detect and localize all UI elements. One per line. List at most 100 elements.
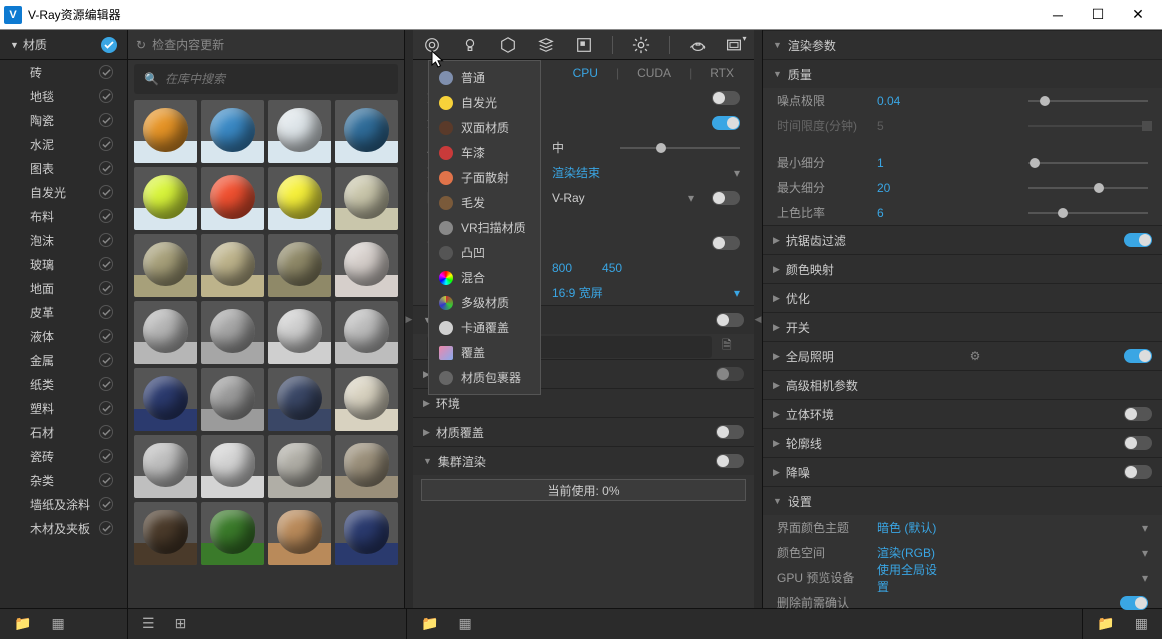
category-item[interactable]: 瓷砖 [0, 444, 127, 468]
noise-value[interactable]: 0.04 [877, 94, 937, 108]
material-menu-item[interactable]: 卡通覆盖 [429, 315, 540, 340]
material-thumb[interactable] [335, 301, 398, 364]
section-stereo[interactable]: ▶立体环境 [763, 400, 1162, 428]
material-thumb[interactable] [268, 502, 331, 565]
category-item[interactable]: 地毯 [0, 84, 127, 108]
category-item[interactable]: 图表 [0, 156, 127, 180]
category-item[interactable]: 石材 [0, 420, 127, 444]
search-box[interactable]: 🔍 [134, 64, 398, 94]
section-denoise[interactable]: ▶降噪 [763, 458, 1162, 486]
material-thumb[interactable] [134, 368, 197, 431]
category-item[interactable]: 泡沫 [0, 228, 127, 252]
safe-frame-toggle[interactable] [712, 236, 740, 250]
geometry-button[interactable] [498, 35, 518, 55]
close-button[interactable]: ✕ [1118, 1, 1158, 29]
material-thumb[interactable] [335, 100, 398, 163]
list-view-icon[interactable]: ☰ [142, 615, 155, 632]
material-thumb[interactable] [201, 100, 264, 163]
material-menu-item[interactable]: 材质包裹器 [429, 365, 540, 390]
material-thumb[interactable] [134, 234, 197, 297]
material-menu-item[interactable]: VR扫描材质 [429, 215, 540, 240]
material-thumb[interactable] [268, 301, 331, 364]
img-width[interactable]: 800 [552, 261, 572, 275]
category-item[interactable]: 水泥 [0, 132, 127, 156]
category-item[interactable]: 砖 [0, 60, 127, 84]
material-thumb[interactable] [201, 435, 264, 498]
gpu-value[interactable]: 使用全局设置 [877, 561, 937, 595]
section-quality[interactable]: ▼质量 [763, 60, 1162, 88]
material-thumb[interactable] [201, 167, 264, 230]
engine-cuda[interactable]: CUDA [631, 64, 677, 82]
category-item[interactable]: 木材及夹板 [0, 516, 127, 540]
material-thumb[interactable] [335, 368, 398, 431]
min-sub-value[interactable]: 1 [877, 156, 937, 170]
layers-button[interactable] [536, 35, 556, 55]
material-menu-item[interactable]: 子面散射 [429, 165, 540, 190]
category-item[interactable]: 墙纸及涂料 [0, 492, 127, 516]
material-thumb[interactable] [268, 435, 331, 498]
category-item[interactable]: 陶瓷 [0, 108, 127, 132]
collapse-handle-left[interactable]: ▶ [405, 30, 413, 608]
minimize-button[interactable]: ─ [1038, 1, 1078, 29]
img-height[interactable]: 450 [602, 261, 622, 275]
interactive-toggle[interactable] [712, 91, 740, 105]
section-gi[interactable]: ▶全局照明⚙ [763, 342, 1162, 370]
maximize-button[interactable]: ☐ [1078, 1, 1118, 29]
quality-slider[interactable] [620, 147, 740, 149]
settings-gear-button[interactable] [631, 35, 651, 55]
material-thumb[interactable] [201, 502, 264, 565]
colorspace-value[interactable]: 渲染(RGB) [877, 544, 937, 561]
collapse-handle-right[interactable]: ◀ [754, 30, 762, 608]
section-settings[interactable]: ▼设置 [763, 487, 1162, 515]
denoiser-value[interactable]: V-Ray [552, 191, 585, 205]
min-sub-slider[interactable] [1028, 162, 1148, 164]
theme-value[interactable]: 暗色 (默认) [877, 519, 937, 536]
material-thumb[interactable] [201, 234, 264, 297]
material-menu-item[interactable]: 普通 [429, 65, 540, 90]
denoise-toggle2[interactable] [1124, 465, 1152, 479]
aa-toggle[interactable] [1124, 233, 1152, 247]
contour-toggle[interactable] [1124, 436, 1152, 450]
material-thumb[interactable] [134, 167, 197, 230]
texture-button[interactable] [574, 35, 594, 55]
section-contour[interactable]: ▶轮廓线 [763, 429, 1162, 457]
aspect-value[interactable]: 16:9 宽屏 [552, 284, 603, 301]
material-menu-item[interactable]: 车漆 [429, 140, 540, 165]
category-item[interactable]: 玻璃 [0, 252, 127, 276]
gi-toggle[interactable] [1124, 349, 1152, 363]
material-thumb[interactable] [335, 435, 398, 498]
material-thumb[interactable] [268, 234, 331, 297]
material-thumb[interactable] [335, 167, 398, 230]
grid-icon-2[interactable]: ▦ [458, 615, 471, 632]
material-menu-item[interactable]: 毛发 [429, 190, 540, 215]
folder-icon-3[interactable]: 📁 [1097, 615, 1114, 632]
search-input[interactable] [165, 72, 388, 86]
grid-icon[interactable]: ▦ [51, 615, 64, 632]
noise-slider[interactable] [1028, 100, 1148, 102]
save-image-toggle[interactable] [716, 313, 744, 327]
material-thumb[interactable] [335, 502, 398, 565]
material-thumb[interactable] [134, 502, 197, 565]
file-browse-icon[interactable]: 🗎 [722, 336, 740, 357]
material-create-button[interactable] [422, 35, 442, 55]
swarm-toggle[interactable] [716, 454, 744, 468]
folder-icon-2[interactable]: 📁 [421, 615, 438, 632]
engine-cpu[interactable]: CPU [567, 64, 604, 82]
material-thumb[interactable] [268, 368, 331, 431]
section-optimize[interactable]: ▶优化 [763, 284, 1162, 312]
color-ratio-value[interactable]: 6 [877, 206, 937, 220]
material-thumb[interactable] [201, 368, 264, 431]
material-thumb[interactable] [335, 234, 398, 297]
category-item[interactable]: 自发光 [0, 180, 127, 204]
material-menu-item[interactable]: 覆盖 [429, 340, 540, 365]
material-menu-item[interactable]: 混合 [429, 265, 540, 290]
max-sub-value[interactable]: 20 [877, 181, 937, 195]
color-ratio-slider[interactable] [1028, 212, 1148, 214]
tree-view-icon[interactable]: ⊞ [175, 615, 187, 632]
folder-icon[interactable]: 📁 [14, 615, 31, 632]
material-thumb[interactable] [134, 301, 197, 364]
refresh-icon[interactable]: ↻ [136, 38, 146, 52]
material-thumb[interactable] [201, 301, 264, 364]
material-menu-item[interactable]: 双面材质 [429, 115, 540, 140]
teapot-render-button[interactable] [688, 35, 708, 55]
